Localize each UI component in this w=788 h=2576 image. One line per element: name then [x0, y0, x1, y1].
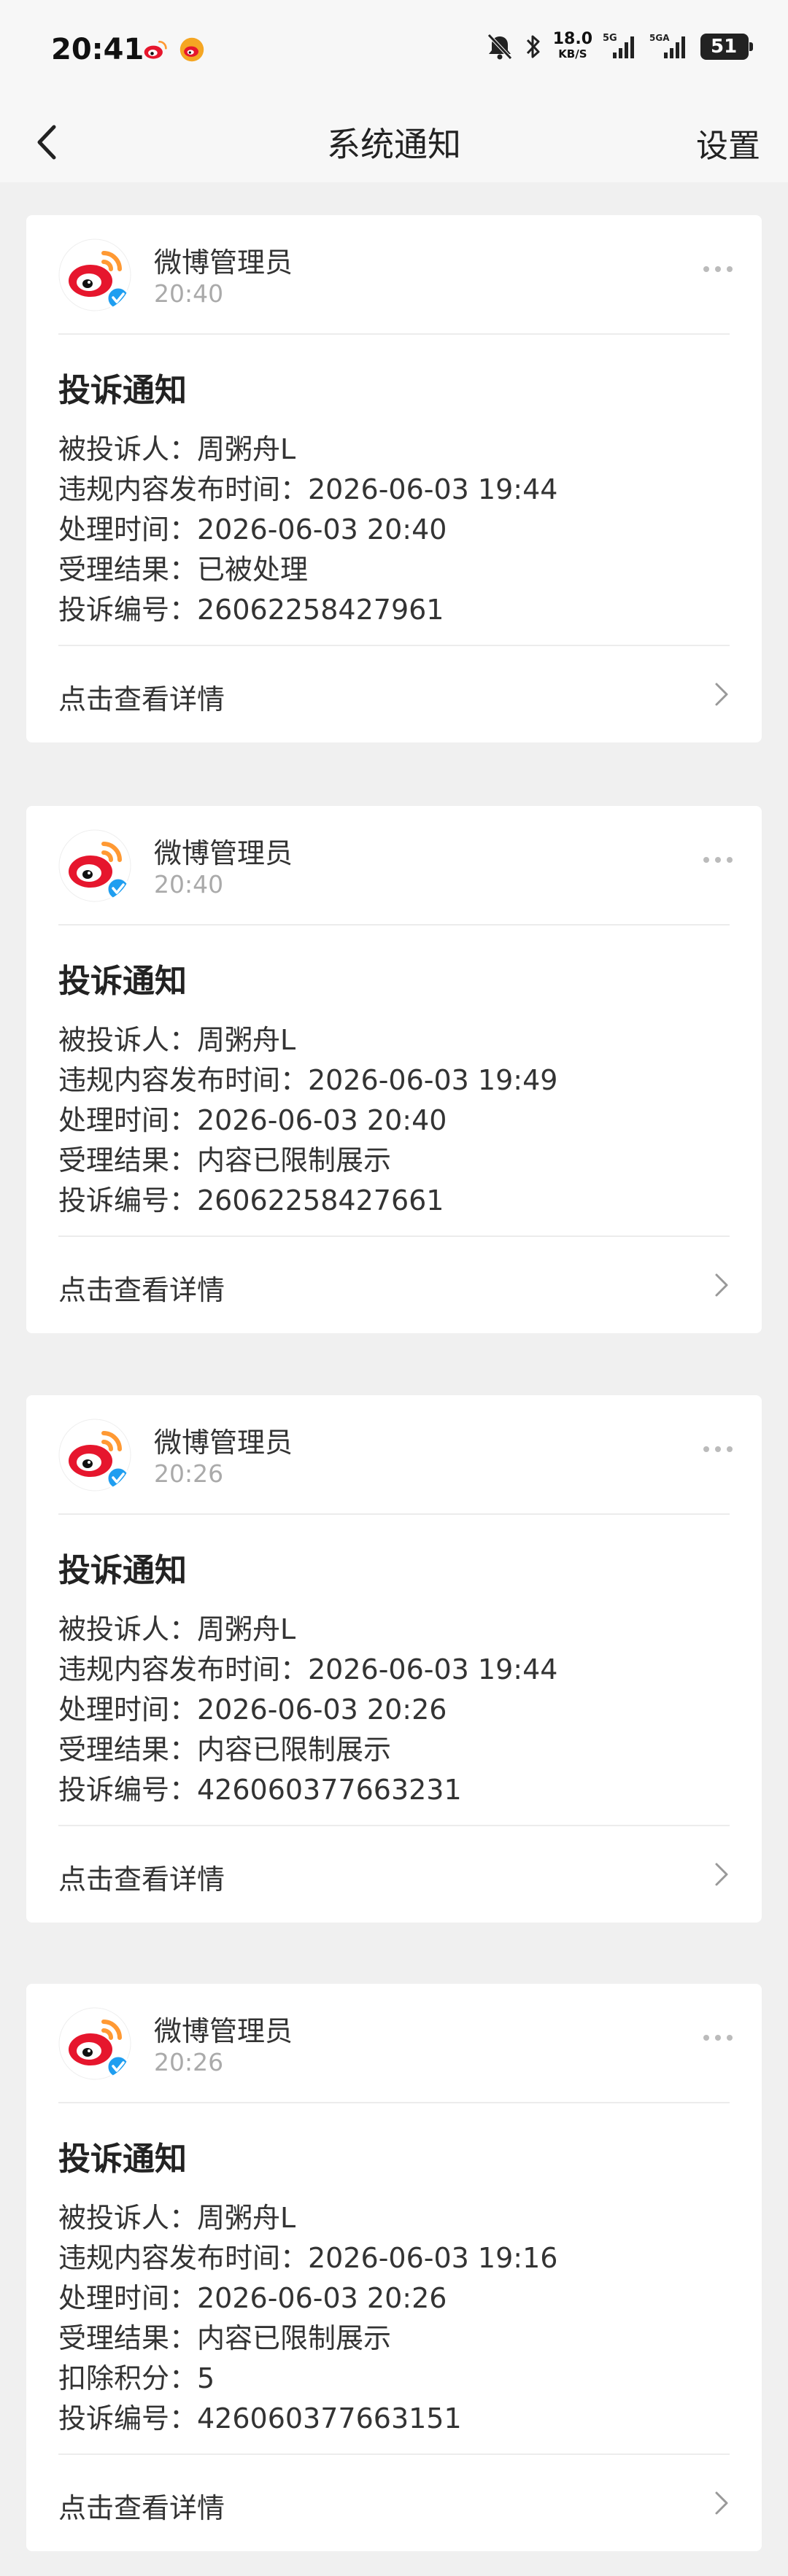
page-title: 系统通知	[327, 125, 461, 164]
notice-title: 投诉通知	[58, 2141, 187, 2178]
notice-line: 违规内容发布时间：2026-06-03 19:16	[58, 2242, 558, 2274]
notice-line: 投诉编号：26062258427661	[58, 1184, 444, 1217]
sender-name[interactable]: 微博管理员	[154, 1420, 293, 1460]
card-header: 微博管理员 20:26	[26, 1395, 762, 1513]
message-time: 20:40	[154, 870, 224, 899]
notice-line: 被投诉人：周粥舟L	[58, 1024, 296, 1056]
notice-line: 违规内容发布时间：2026-06-03 19:44	[58, 473, 558, 505]
settings-button[interactable]: 设置	[696, 120, 760, 166]
more-options-icon[interactable]	[703, 1446, 733, 1452]
bluetooth-icon	[526, 35, 540, 58]
weibo-admin-avatar[interactable]	[58, 829, 131, 902]
card-header: 微博管理员 20:26	[26, 1984, 762, 2102]
verified-badge-icon	[106, 286, 131, 311]
view-details-row[interactable]: 点击查看详情	[26, 1826, 762, 1923]
net-speed-value: 18.0	[552, 30, 592, 48]
sender-name[interactable]: 微博管理员	[154, 831, 293, 871]
weibo-icon	[144, 40, 167, 59]
svg-text:5G: 5G	[603, 33, 617, 44]
more-options-icon[interactable]	[703, 857, 733, 863]
notice-title: 投诉通知	[58, 963, 187, 1000]
notice-line: 投诉编号：426060377663231	[58, 1774, 462, 1806]
chevron-right-icon	[715, 1863, 728, 1886]
notice-line: 受理结果：已被处理	[58, 554, 309, 586]
signal-5g-icon: 5G	[603, 33, 634, 58]
net-speed: 18.0 KB/S	[552, 30, 592, 61]
nav-bar: 系统通知 设置	[0, 102, 788, 182]
notice-lines: 被投诉人：周粥舟L 违规内容发布时间：2026-06-03 19:44 处理时间：2…	[58, 430, 730, 630]
notice-lines: 被投诉人：周粥舟L 违规内容发布时间：2026-06-03 19:49 处理时间：2…	[58, 1020, 730, 1221]
notice-line: 处理时间：2026-06-03 20:26	[58, 1694, 447, 1726]
weibo-admin-avatar[interactable]	[58, 1419, 131, 1491]
notice-title: 投诉通知	[58, 1552, 187, 1589]
card-header: 微博管理员 20:40	[26, 806, 762, 924]
status-bar: 20:41 18.0 KB/S 5G 5GA 51	[0, 0, 788, 102]
card-body: 投诉通知 被投诉人：周粥舟L 违规内容发布时间：2026-06-03 19:49 处…	[26, 926, 762, 1235]
signal-5ga-icon: 5GA	[649, 33, 685, 58]
status-app-icons	[142, 36, 205, 63]
notice-line: 处理时间：2026-06-03 20:40	[58, 513, 447, 546]
verified-badge-icon	[106, 877, 131, 901]
notice-line: 投诉编号：26062258427961	[58, 594, 444, 626]
message-time: 20:26	[154, 1459, 224, 1488]
notice-line: 违规内容发布时间：2026-06-03 19:49	[58, 1064, 558, 1096]
message-time: 20:26	[154, 2048, 224, 2076]
view-details-label: 点击查看详情	[58, 683, 225, 715]
chevron-right-icon	[715, 1273, 728, 1297]
card-body: 投诉通知 被投诉人：周粥舟L 违规内容发布时间：2026-06-03 19:44 处…	[26, 335, 762, 645]
chevron-right-icon	[715, 2491, 728, 2515]
notice-lines: 被投诉人：周粥舟L 违规内容发布时间：2026-06-03 19:44 处理时间：2…	[58, 1610, 730, 1810]
view-details-row[interactable]: 点击查看详情	[26, 2455, 762, 2551]
notice-title: 投诉通知	[58, 372, 187, 409]
more-options-icon[interactable]	[703, 2035, 733, 2041]
notification-card: 微博管理员 20:40 投诉通知 被投诉人：周粥舟L 违规内容发布时间：2026-…	[26, 215, 762, 742]
card-body: 投诉通知 被投诉人：周粥舟L 违规内容发布时间：2026-06-03 19:44 处…	[26, 1515, 762, 1825]
status-right-icons: 18.0 KB/S 5G 5GA 51	[486, 30, 753, 61]
weibo-admin-avatar[interactable]	[58, 238, 131, 311]
chevron-right-icon	[715, 683, 728, 706]
weibo-icon	[179, 37, 204, 62]
verified-badge-icon	[106, 2055, 131, 2079]
notice-line: 扣除积分：5	[58, 2362, 215, 2394]
notice-line: 投诉编号：426060377663151	[58, 2402, 462, 2435]
view-details-row[interactable]: 点击查看详情	[26, 1237, 762, 1333]
battery-level: 51	[711, 36, 738, 58]
notice-line: 处理时间：2026-06-03 20:26	[58, 2282, 447, 2314]
view-details-label: 点击查看详情	[58, 1863, 225, 1896]
sender-name[interactable]: 微博管理员	[154, 240, 293, 280]
message-time: 20:40	[154, 279, 224, 308]
notice-line: 被投诉人：周粥舟L	[58, 433, 296, 465]
notice-line: 被投诉人：周粥舟L	[58, 2202, 296, 2234]
notice-line: 被投诉人：周粥舟L	[58, 1613, 296, 1645]
verified-badge-icon	[106, 1466, 131, 1491]
notification-card: 微博管理员 20:26 投诉通知 被投诉人：周粥舟L 违规内容发布时间：2026-…	[26, 1984, 762, 2551]
notice-line: 受理结果：内容已限制展示	[58, 2322, 392, 2354]
card-body: 投诉通知 被投诉人：周粥舟L 违规内容发布时间：2026-06-03 19:16 处…	[26, 2103, 762, 2453]
sender-name[interactable]: 微博管理员	[154, 2009, 293, 2049]
notice-lines: 被投诉人：周粥舟L 违规内容发布时间：2026-06-03 19:16 处理时间：2…	[58, 2198, 730, 2439]
mute-bell-icon	[487, 34, 512, 60]
notice-line: 受理结果：内容已限制展示	[58, 1734, 392, 1766]
weibo-admin-avatar[interactable]	[58, 2007, 131, 2080]
svg-text:5GA: 5GA	[649, 33, 670, 43]
view-details-row[interactable]: 点击查看详情	[26, 646, 762, 742]
notice-line: 违规内容发布时间：2026-06-03 19:44	[58, 1653, 558, 1685]
view-details-label: 点击查看详情	[58, 2492, 225, 2524]
notification-card: 微博管理员 20:26 投诉通知 被投诉人：周粥舟L 违规内容发布时间：2026-…	[26, 1395, 762, 1923]
card-header: 微博管理员 20:40	[26, 215, 762, 333]
net-speed-unit: KB/S	[558, 47, 587, 61]
status-time: 20:41	[51, 33, 144, 66]
notification-card: 微博管理员 20:40 投诉通知 被投诉人：周粥舟L 违规内容发布时间：2026-…	[26, 806, 762, 1333]
view-details-label: 点击查看详情	[58, 1274, 225, 1306]
battery-icon: 51	[700, 34, 753, 60]
more-options-icon[interactable]	[703, 266, 733, 272]
notice-line: 受理结果：内容已限制展示	[58, 1144, 392, 1176]
notice-line: 处理时间：2026-06-03 20:40	[58, 1104, 447, 1136]
